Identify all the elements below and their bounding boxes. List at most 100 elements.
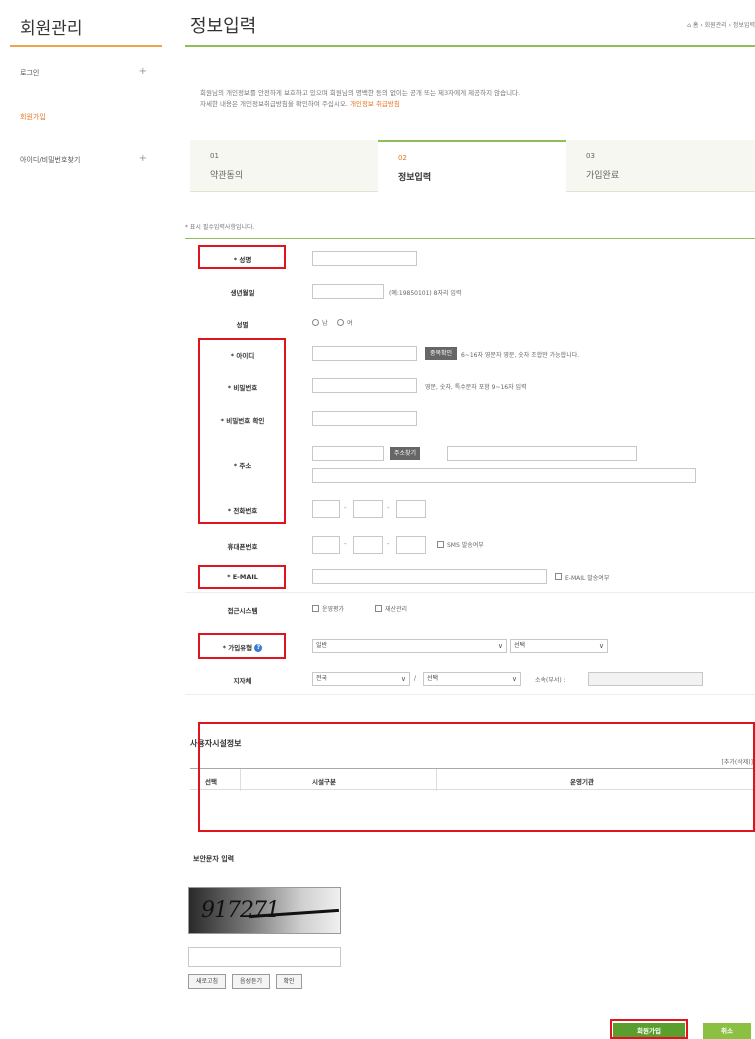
phone-part-3-input[interactable] (396, 500, 426, 518)
join-type-sub-value: 선택 (514, 642, 526, 649)
highlight-box (198, 245, 286, 269)
region-label: 지자체 (233, 677, 252, 685)
sidebar-title: 회원관리 (20, 19, 83, 39)
system-asset-label: 재산관리 (385, 606, 408, 613)
step-terms: 01 약관동의 (190, 140, 378, 192)
system-asset-checkbox[interactable] (375, 605, 382, 612)
system-label: 접근시스템 (227, 607, 258, 615)
separator: - (387, 504, 390, 512)
captcha-input[interactable] (188, 947, 341, 967)
id-hint: 6~16자 영문자 영문, 숫자 조합만 가능합니다. (461, 352, 580, 359)
highlight-box (198, 338, 286, 524)
password-input[interactable] (312, 378, 417, 393)
step-number: 03 (586, 152, 595, 160)
row-divider (185, 592, 755, 593)
sidebar-item-label: 로그인 (20, 69, 40, 77)
gender-male-radio[interactable] (312, 319, 319, 326)
sidebar: 회원관리 로그인 + 회원가입 아이디/비밀번호찾기 + (0, 0, 165, 1039)
privacy-notice: 회원님의 개인정보를 안전하게 보호하고 있으며 회원님의 명백한 동의 없이는… (200, 88, 750, 110)
region-sub-select[interactable]: 선택 ∨ (423, 672, 521, 686)
region-value: 전국 (316, 675, 328, 682)
join-type-select[interactable]: 일반 ∨ (312, 639, 507, 653)
email-send-checkbox[interactable] (555, 573, 562, 580)
chevron-down-icon: ∨ (497, 642, 503, 650)
highlight-box (198, 565, 286, 589)
id-input[interactable] (312, 346, 417, 361)
address-search-button[interactable]: 주소찾기 (390, 447, 420, 460)
gender-label: 성별 (236, 321, 249, 329)
plus-icon: + (138, 153, 147, 164)
captcha-audio-button[interactable]: 음성듣기 (232, 974, 270, 989)
step-number: 02 (398, 154, 407, 162)
sidebar-item-find-account[interactable]: 아이디/비밀번호찾기 + (20, 153, 155, 165)
password-hint: 영문, 숫자, 특수문자 포함 9~16자 입력 (425, 384, 527, 391)
sidebar-item-join[interactable]: 회원가입 (20, 112, 155, 122)
affiliation-input[interactable] (588, 672, 703, 686)
plus-icon: + (138, 66, 147, 77)
privacy-policy-link[interactable]: 개인정보 취급방침 (350, 100, 400, 108)
password-confirm-input[interactable] (312, 411, 417, 426)
sidebar-item-label: 아이디/비밀번호찾기 (20, 156, 81, 164)
captcha-confirm-button[interactable]: 확인 (276, 974, 302, 989)
sidebar-divider (10, 45, 162, 47)
email-send-label: E-MAIL 발송여부 (565, 575, 610, 582)
mobile-part-3-input[interactable] (396, 536, 426, 554)
chevron-down-icon: ∨ (598, 642, 604, 650)
gender-male-label: 남 (322, 320, 328, 327)
region-sub-value: 선택 (427, 675, 439, 682)
system-operation-label: 운영평가 (322, 606, 345, 613)
main-content: 정보입력 ⌂ 홈 › 회원관리 › 정보입력 회원님의 개인정보를 안전하게 보… (185, 0, 755, 1039)
captcha-text: 917271 (201, 898, 280, 923)
required-note: * 표시 필수입력사항입니다. (185, 224, 255, 231)
breadcrumb: ⌂ 홈 › 회원관리 › 정보입력 (687, 22, 755, 29)
step-complete: 03 가입완료 (566, 140, 754, 192)
page-title: 정보입력 (190, 16, 257, 37)
join-type-sub-select[interactable]: 선택 ∨ (510, 639, 608, 653)
id-duplicate-check-button[interactable]: 중복확인 (425, 347, 457, 360)
region-select[interactable]: 전국 ∨ (312, 672, 410, 686)
form-divider (185, 238, 755, 239)
separator: - (387, 540, 390, 548)
separator: - (344, 504, 347, 512)
step-label: 약관동의 (210, 171, 244, 181)
captcha-refresh-button[interactable]: 새로고침 (188, 974, 226, 989)
mobile-part-1-input[interactable] (312, 536, 340, 554)
step-label: 가입완료 (586, 171, 620, 181)
affiliation-label: 소속(부서) : (535, 677, 566, 684)
highlight-box (610, 1019, 688, 1039)
gender-female-radio[interactable] (337, 319, 344, 326)
captcha-image: 917271 (188, 887, 341, 934)
sidebar-item-label: 회원가입 (20, 113, 46, 121)
address-input[interactable] (447, 446, 637, 461)
email-input[interactable] (312, 569, 547, 584)
step-number: 01 (210, 152, 219, 160)
chevron-down-icon: ∨ (400, 675, 406, 683)
name-input[interactable] (312, 251, 417, 266)
mobile-part-2-input[interactable] (353, 536, 383, 554)
zipcode-input[interactable] (312, 446, 384, 461)
join-type-value: 일반 (316, 642, 328, 649)
highlight-box (198, 633, 286, 659)
step-label: 정보입력 (398, 173, 432, 183)
sms-label: SMS 발송여부 (447, 542, 484, 549)
system-operation-checkbox[interactable] (312, 605, 319, 612)
step-indicator: 01 약관동의 02 정보입력 03 가입완료 (190, 140, 755, 192)
mobile-label: 휴대폰번호 (227, 543, 258, 551)
birth-input[interactable] (312, 284, 384, 299)
cancel-button[interactable]: 취소 (703, 1023, 751, 1039)
row-divider (185, 694, 755, 695)
notice-line-2: 자세한 내용은 개인정보취급방침을 확인하여 주십시오. (200, 100, 348, 108)
birth-label: 생년월일 (230, 289, 255, 297)
title-divider (185, 45, 755, 47)
address-detail-input[interactable] (312, 468, 696, 483)
sms-checkbox[interactable] (437, 541, 444, 548)
sidebar-item-login[interactable]: 로그인 + (20, 66, 155, 78)
chevron-down-icon: ∨ (511, 675, 517, 683)
phone-part-2-input[interactable] (353, 500, 383, 518)
step-info: 02 정보입력 (378, 140, 566, 192)
captcha-title: 보안문자 입력 (193, 855, 235, 863)
separator: - (344, 540, 347, 548)
phone-part-1-input[interactable] (312, 500, 340, 518)
separator: / (414, 675, 417, 682)
gender-female-label: 여 (347, 320, 353, 327)
